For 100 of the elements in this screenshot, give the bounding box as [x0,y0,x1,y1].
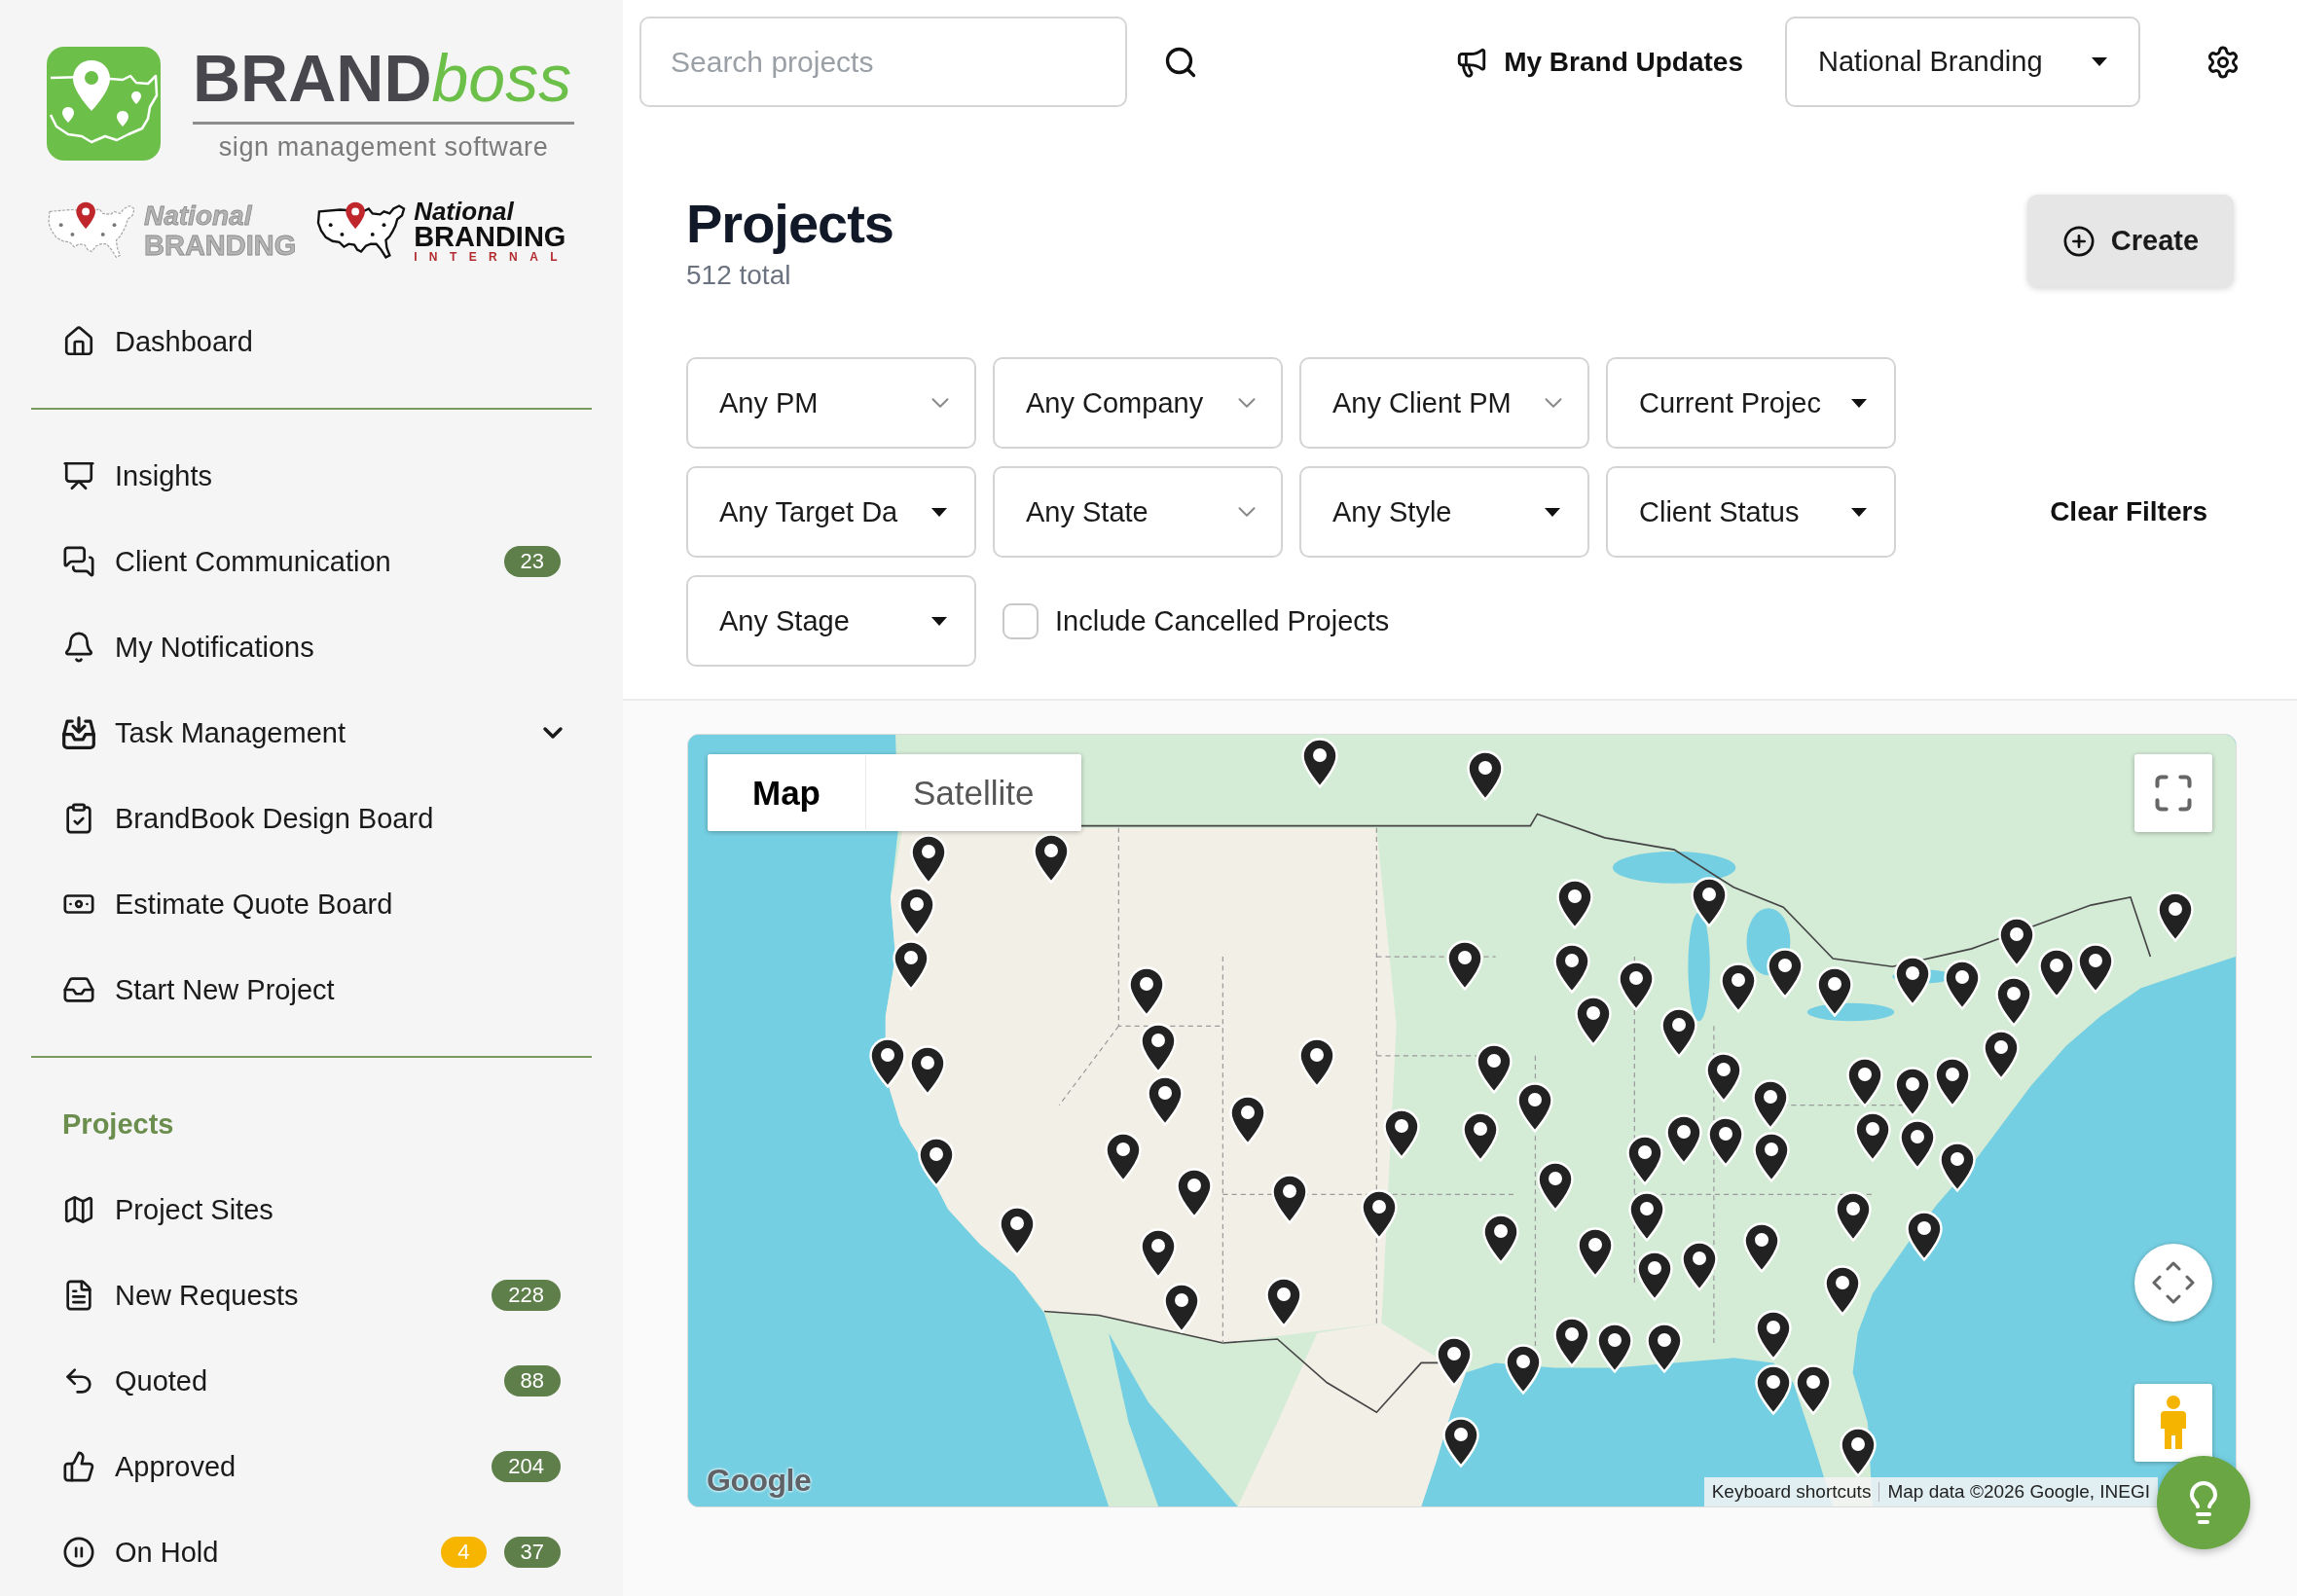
brand-select[interactable]: National Branding [1785,17,2140,107]
settings-icon[interactable] [2206,44,2241,80]
sidebar-item[interactable]: New Requests [62,1279,299,1312]
map-pin-icon[interactable] [1576,1227,1614,1279]
map-pin-icon[interactable] [1690,876,1728,927]
create-button[interactable]: Create [2027,195,2234,287]
map-pin-icon[interactable] [1660,1007,1698,1059]
map-pin-icon[interactable] [999,1205,1037,1256]
map-pin-icon[interactable] [1446,940,1484,992]
fullscreen-button[interactable] [2134,754,2212,832]
map-pin-icon[interactable] [1481,1214,1519,1264]
map-pin-icon[interactable] [908,1044,946,1096]
clear-filters-button[interactable]: Clear Filters [2050,496,2207,527]
map-pin-icon[interactable] [1767,948,1805,999]
map-pin-icon[interactable] [1467,749,1505,801]
map-pin-icon[interactable] [1462,1111,1500,1163]
map-pin-icon[interactable] [1553,943,1591,995]
sidebar-item[interactable]: Dashboard [62,325,253,358]
filter-dropdown[interactable]: Any Client PM [1299,357,1589,449]
map-pin-icon[interactable] [1595,1323,1633,1373]
map-pin-icon[interactable] [1994,975,2032,1027]
map-pin-icon[interactable] [1905,1210,1943,1261]
map-pin-icon[interactable] [1705,1052,1743,1104]
map-type-tab[interactable]: Satellite [865,754,1081,831]
map-pin-icon[interactable] [1574,996,1612,1047]
map-pin-icon[interactable] [1536,1161,1574,1213]
map-pin-icon[interactable] [1228,1094,1266,1145]
map-pin-icon[interactable] [1382,1108,1420,1160]
sidebar-item[interactable]: Approved [62,1450,237,1483]
keyboard-shortcuts-link[interactable]: Keyboard shortcuts [1711,1481,1872,1503]
map-pin-icon[interactable] [1556,878,1594,929]
map-pin-icon[interactable] [1625,1134,1663,1185]
map-pin-icon[interactable] [1175,1168,1213,1219]
map-pin-icon[interactable] [1635,1250,1673,1301]
sidebar-item[interactable]: BrandBook Design Board [62,802,434,835]
filter-dropdown[interactable]: Any Company [993,357,1283,449]
map-pin-icon[interactable] [1665,1114,1703,1166]
map-type-tab[interactable]: Map [708,754,865,831]
filter-dropdown[interactable]: Any State [993,466,1283,558]
map-pin-icon[interactable] [898,887,936,938]
sidebar-item[interactable]: Project Sites [62,1193,273,1226]
map-pin-icon[interactable] [1898,1119,1936,1171]
map-pin-icon[interactable] [1753,1131,1790,1182]
map-pin-icon[interactable] [1853,1111,1891,1163]
map-pin-icon[interactable] [1938,1141,1976,1192]
sidebar-item[interactable]: Estimate Quote Board [62,888,393,921]
map-pin-icon[interactable] [1270,1174,1308,1225]
sidebar-item[interactable]: Start New Project [62,973,335,1006]
filter-dropdown[interactable]: Any Target Da [686,466,976,558]
sidebar-item[interactable]: Task Management [62,716,346,749]
filter-dropdown[interactable]: Any PM [686,357,976,449]
map-pin-icon[interactable] [1794,1363,1832,1415]
sidebar-item[interactable]: On Hold [62,1536,219,1569]
map-pin-icon[interactable] [1834,1190,1872,1242]
sidebar-item[interactable]: My Notifications [62,631,314,664]
map-pin-icon[interactable] [1618,961,1656,1012]
map-pin-icon[interactable] [1033,833,1071,885]
map-pin-icon[interactable] [1755,1309,1793,1360]
map-pin-icon[interactable] [1755,1363,1793,1415]
map-pin-icon[interactable] [1147,1074,1185,1126]
filter-dropdown[interactable]: Any Style [1299,466,1589,558]
filter-dropdown[interactable]: Current Projec [1606,357,1896,449]
sidebar-item[interactable]: Client Communication [62,545,391,578]
map-pin-icon[interactable] [909,834,947,886]
map-pin-icon[interactable] [1441,1416,1479,1468]
map-pin-icon[interactable] [1505,1344,1543,1396]
checkbox-label[interactable]: Include Cancelled Projects [1055,604,1390,637]
checkbox[interactable] [1003,602,1039,639]
map-pin-icon[interactable] [1475,1042,1513,1094]
map-pin-icon[interactable] [2156,891,2194,943]
map-pin-icon[interactable] [1553,1316,1591,1367]
map-pin-icon[interactable] [1301,738,1339,789]
map-pin-icon[interactable] [1127,965,1165,1017]
map-pin-icon[interactable] [1997,916,2035,967]
sidebar-item[interactable]: Quoted [62,1364,208,1397]
map-pin-icon[interactable] [868,1036,906,1088]
sidebar-item[interactable]: Insights [62,459,212,492]
map-pin-icon[interactable] [1105,1131,1143,1182]
map-pin-icon[interactable] [1751,1078,1789,1130]
map-pin-icon[interactable] [1943,960,1981,1011]
map-pin-icon[interactable] [1839,1426,1877,1477]
map-pin-icon[interactable] [2037,948,2075,999]
map-pin-icon[interactable] [1933,1057,1971,1108]
map-pin-icon[interactable] [1720,962,1758,1014]
map-pin-icon[interactable] [2077,943,2115,995]
map-pin-icon[interactable] [1893,956,1931,1007]
search-field[interactable]: Search projects [639,17,1127,107]
map-pin-icon[interactable] [1435,1336,1473,1388]
map-pin-icon[interactable] [1264,1277,1302,1328]
map-pin-icon[interactable] [1707,1116,1745,1168]
map-pin-icon[interactable] [1627,1190,1665,1242]
map-pin-icon[interactable] [1162,1283,1200,1334]
map-pin-icon[interactable] [1893,1067,1931,1118]
map-pin-icon[interactable] [1742,1222,1780,1274]
map-pin-icon[interactable] [1816,965,1854,1017]
map-pin-icon[interactable] [1845,1057,1883,1108]
map-pin-icon[interactable] [1983,1029,2021,1080]
map-pin-icon[interactable] [917,1136,955,1187]
filter-dropdown[interactable]: Any Stage [686,575,976,667]
map-pin-icon[interactable] [1140,1022,1178,1073]
